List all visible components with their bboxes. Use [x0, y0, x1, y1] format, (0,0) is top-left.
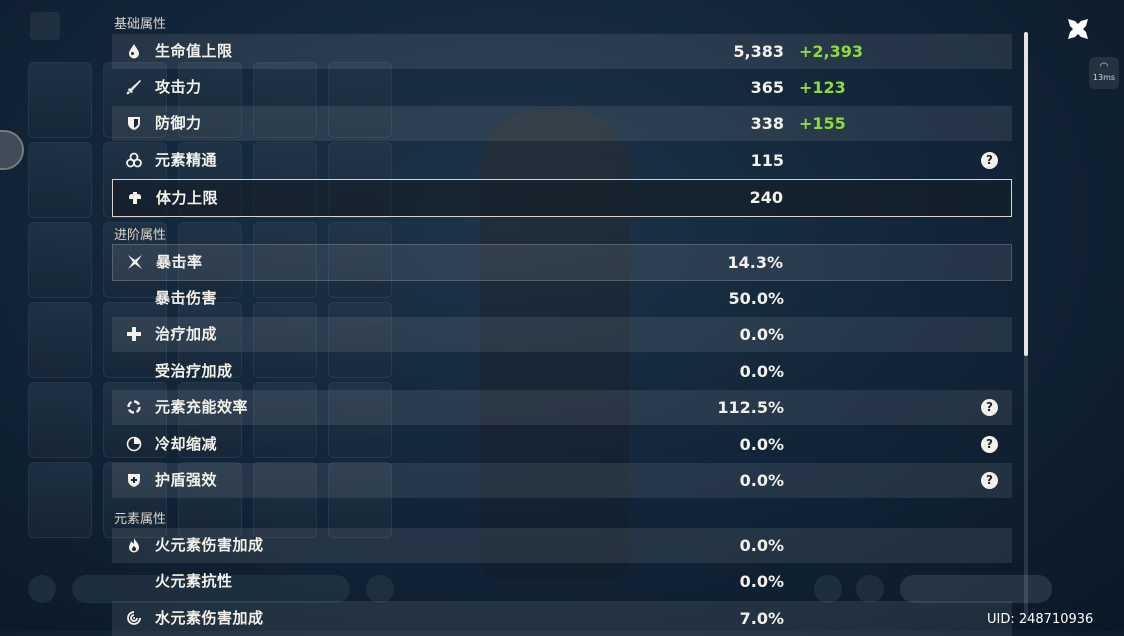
stat-value: 0.0% — [739, 471, 784, 490]
stat-row-pyro-res[interactable]: 火元素抗性 0.0% — [112, 564, 1012, 599]
background-character-card — [28, 302, 92, 378]
elemental-mastery-icon — [126, 152, 142, 168]
attribute-details-panel: 基础属性 生命值上限 5,383 +2,393 攻击力 365 +123 防御力… — [112, 0, 1012, 636]
stat-row-crit-dmg[interactable]: 暴击伤害 50.0% — [112, 281, 1012, 316]
stat-label: 受治疗加成 — [155, 362, 233, 380]
stat-row-stamina[interactable]: 体力上限 240 — [112, 179, 1012, 217]
background-menu-icon — [30, 12, 60, 40]
stat-value: 50.0% — [728, 289, 784, 308]
stat-row-hp[interactable]: 生命值上限 5,383 +2,393 — [112, 34, 1012, 69]
background-character-card — [28, 222, 92, 298]
stat-value: 0.0% — [739, 435, 784, 454]
latency-text: 13ms — [1092, 73, 1116, 82]
stat-value: 0.0% — [739, 325, 784, 344]
background-avatar — [0, 130, 24, 170]
stat-label: 元素精通 — [155, 151, 218, 169]
stat-label: 生命值上限 — [155, 42, 233, 60]
stat-row-atk[interactable]: 攻击力 365 +123 — [112, 70, 1012, 105]
shield-icon — [126, 115, 142, 131]
cooldown-icon — [126, 436, 142, 452]
stat-row-energy-recharge[interactable]: 元素充能效率 112.5% ? — [112, 390, 1012, 425]
hydro-icon — [126, 610, 142, 626]
stat-label: 护盾强效 — [155, 471, 218, 489]
shield-strength-icon — [126, 472, 142, 488]
stat-row-shield-strength[interactable]: 护盾强效 0.0% ? — [112, 463, 1012, 498]
stat-bonus: +2,393 — [799, 42, 864, 61]
stat-row-pyro-dmg[interactable]: 火元素伤害加成 0.0% — [112, 528, 1012, 563]
stat-bonus: +123 — [799, 78, 846, 97]
stat-bonus: +155 — [799, 114, 846, 133]
healing-cross-icon — [126, 326, 142, 342]
sword-icon — [126, 79, 142, 95]
help-icon[interactable]: ? — [981, 152, 998, 169]
energy-recharge-icon — [126, 399, 142, 415]
stat-value: 0.0% — [739, 362, 784, 381]
stat-value: 365 — [750, 78, 784, 97]
stat-label: 体力上限 — [156, 189, 219, 207]
stat-label: 冷却缩减 — [155, 435, 218, 453]
help-icon[interactable]: ? — [981, 436, 998, 453]
background-character-card — [28, 462, 92, 538]
pyro-icon — [126, 537, 142, 553]
background-character-card — [28, 62, 92, 138]
background-character-card — [28, 382, 92, 458]
stat-row-crit-rate[interactable]: 暴击率 14.3% — [112, 244, 1012, 281]
stat-label: 暴击伤害 — [155, 289, 218, 307]
stat-row-elemental-mastery[interactable]: 元素精通 115 ? — [112, 143, 1012, 178]
help-icon[interactable]: ? — [981, 399, 998, 416]
stat-label: 元素充能效率 — [155, 398, 249, 416]
section-header-advanced: 进阶属性 — [114, 228, 167, 243]
stat-label: 防御力 — [155, 114, 202, 132]
stat-value: 338 — [750, 114, 784, 133]
network-status: ◠ 13ms — [1089, 57, 1119, 89]
section-header-base: 基础属性 — [114, 17, 167, 32]
scrollbar-thumb[interactable] — [1024, 32, 1028, 356]
stat-row-healing-bonus[interactable]: 治疗加成 0.0% — [112, 317, 1012, 352]
wifi-icon: ◠ — [1099, 61, 1109, 72]
stat-label: 攻击力 — [155, 78, 202, 96]
stat-value: 0.0% — [739, 536, 784, 555]
hp-drop-icon — [126, 43, 142, 59]
stat-value: 112.5% — [717, 398, 784, 417]
crit-rate-icon — [127, 254, 143, 270]
stat-value: 0.0% — [739, 572, 784, 591]
stat-value: 240 — [749, 188, 783, 207]
stat-value: 5,383 — [733, 42, 784, 61]
stat-row-cd-reduction[interactable]: 冷却缩减 0.0% ? — [112, 427, 1012, 462]
stat-label: 治疗加成 — [155, 325, 218, 343]
stat-label: 暴击率 — [156, 253, 203, 271]
section-header-elemental: 元素属性 — [114, 512, 167, 527]
stamina-icon — [127, 190, 143, 206]
stat-row-incoming-healing[interactable]: 受治疗加成 0.0% — [112, 354, 1012, 389]
stat-label: 火元素抗性 — [155, 572, 233, 590]
background-filter-icon — [28, 575, 56, 603]
help-icon[interactable]: ? — [981, 472, 998, 489]
player-uid: UID: 248710936 — [987, 612, 1094, 627]
close-button[interactable] — [1063, 14, 1093, 44]
close-icon — [1068, 19, 1088, 39]
stat-value: 115 — [750, 151, 784, 170]
stat-value: 14.3% — [727, 253, 783, 272]
background-character-card — [28, 142, 92, 218]
stat-label: 火元素伤害加成 — [155, 536, 264, 554]
stat-row-def[interactable]: 防御力 338 +155 — [112, 106, 1012, 141]
